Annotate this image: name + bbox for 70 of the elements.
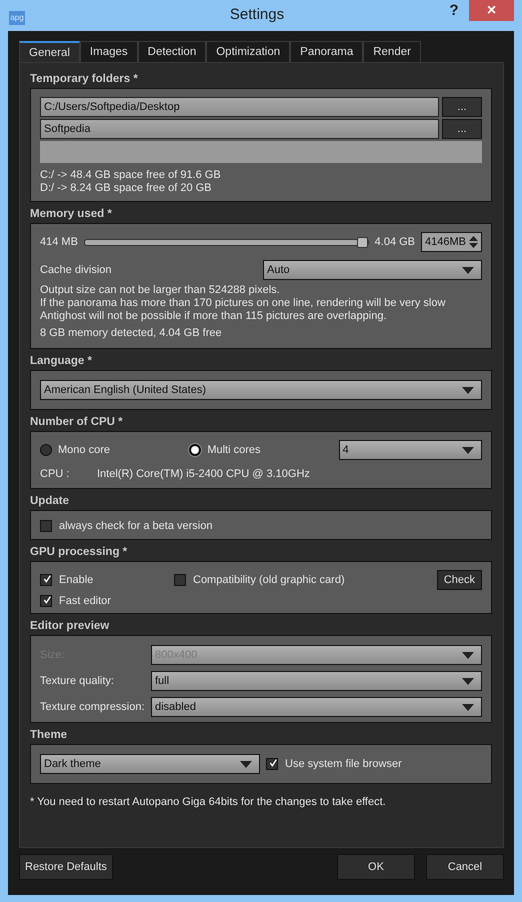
preview-dropdown[interactable]: disabled — [151, 697, 482, 717]
tab[interactable]: Panorama — [290, 41, 364, 62]
check-button[interactable]: Check — [436, 570, 482, 590]
cache-dropdown[interactable]: Auto — [263, 260, 482, 280]
checkbox-icon[interactable] — [40, 520, 52, 532]
restart-note: * You need to restart Autopano Giga 64bits for the changes to take effect. — [30, 796, 387, 808]
field-label: Cache division — [40, 264, 113, 276]
checkbox-option[interactable]: Enable — [40, 574, 174, 586]
section-heading: Editor preview — [30, 620, 110, 632]
slider-max-label: 4.04 GB — [374, 236, 416, 248]
caret-icon — [462, 446, 474, 454]
section-heading: Temporary folders * — [30, 73, 139, 85]
theme-dropdown[interactable]: Dark theme — [40, 754, 260, 774]
caret-icon — [462, 678, 474, 684]
folder-path-field[interactable]: Softpedia — [40, 119, 439, 139]
tab[interactable]: Render — [363, 41, 421, 62]
field-label: Texture compression: — [40, 701, 146, 713]
checkbox-icon[interactable] — [266, 758, 278, 770]
checkbox-option[interactable]: Use system file browser — [266, 758, 402, 770]
cpu-label: CPU : — [40, 468, 70, 480]
caret-icon — [462, 386, 474, 394]
cores-dropdown[interactable]: 4 — [338, 440, 482, 460]
checkbox-icon[interactable] — [40, 574, 52, 586]
radio-option[interactable]: Multi cores — [189, 444, 339, 456]
app-icon: apg — [9, 11, 25, 25]
disk-space-text: C:/ -> 48.4 GB space free of 91.6 GB — [40, 169, 222, 182]
section-heading: Number of CPU * — [30, 416, 124, 428]
cpu-name-text: Intel(R) Core(TM) i5-2400 CPU @ 3.10GHz — [97, 468, 310, 480]
memory-spinbox[interactable]: 4146MB — [421, 232, 482, 252]
tab[interactable]: Images — [80, 41, 138, 62]
cancel-button[interactable]: Cancel — [426, 854, 504, 880]
memory-slider[interactable] — [84, 238, 369, 246]
radio-icon[interactable] — [40, 444, 52, 456]
window-title: Settings — [228, 6, 286, 23]
radio-icon[interactable] — [189, 444, 202, 456]
ok-button[interactable]: OK — [337, 854, 415, 880]
disk-space-text: D:/ -> 8.24 GB space free of 20 GB — [40, 182, 213, 195]
tab[interactable]: Detection — [138, 41, 206, 62]
spin-arrows-icon[interactable] — [469, 236, 478, 248]
preview-dropdown[interactable]: full — [151, 671, 482, 691]
caret-icon — [462, 266, 474, 274]
language-dropdown[interactable]: American English (United States) — [40, 380, 482, 400]
checkbox-option[interactable]: Compatibility (old graphic card) — [174, 574, 437, 586]
radio-option[interactable]: Mono core — [40, 444, 190, 456]
info-text: If the panorama has more than 170 pictures on one line, rendering will be very slow — [40, 297, 446, 310]
checkbox-icon[interactable] — [40, 595, 52, 607]
section-heading: Theme — [30, 729, 68, 741]
info-text: Output size can not be larger than 524288 pixels. — [40, 284, 281, 297]
field-label: Texture quality: — [40, 675, 115, 687]
section-heading: Language * — [30, 355, 93, 367]
section-heading: GPU processing * — [30, 546, 128, 558]
info-text: Antighost will not be possible if more than 115 pictures are overlapping. — [40, 310, 388, 323]
slider-thumb[interactable] — [357, 236, 368, 248]
folder-path-field[interactable]: C:/Users/Softpedia/Desktop — [40, 97, 439, 117]
checkbox-icon[interactable] — [174, 574, 186, 586]
slider-min-label: 414 MB — [40, 236, 78, 248]
caret-icon — [462, 652, 474, 658]
browse-button[interactable]: ... — [442, 119, 482, 139]
caret-icon — [240, 760, 252, 768]
close-button[interactable]: × — [469, 0, 514, 21]
section-heading: Update — [30, 495, 70, 507]
checkbox-option[interactable]: Fast editor — [40, 595, 482, 607]
restore-defaults-button[interactable]: Restore Defaults — [19, 854, 113, 880]
memory-detected-text: 8 GB memory detected, 4.04 GB free — [40, 327, 223, 340]
caret-icon — [462, 704, 474, 710]
section-heading: Memory used * — [30, 208, 113, 220]
browse-button[interactable]: ... — [442, 97, 482, 117]
help-button[interactable]: ? — [439, 2, 469, 19]
tab[interactable]: General — [19, 41, 80, 62]
tab[interactable]: Optimization — [206, 41, 290, 62]
